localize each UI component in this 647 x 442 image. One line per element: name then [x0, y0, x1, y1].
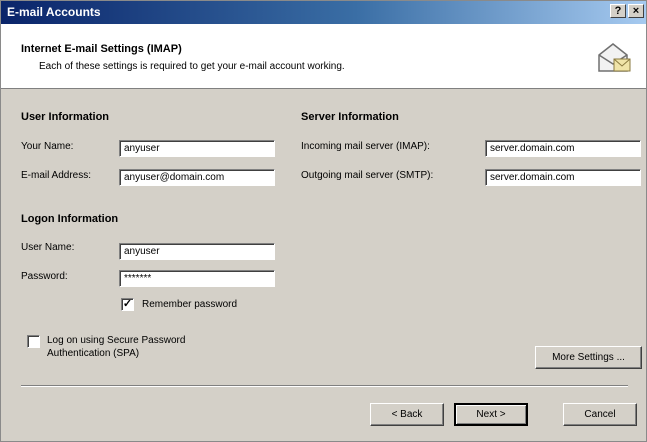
- spa-label-line1: Log on using Secure Password: [47, 335, 186, 346]
- more-settings-button[interactable]: More Settings ...: [535, 346, 642, 369]
- outgoing-server-label: Outgoing mail server (SMTP):: [301, 170, 434, 181]
- password-label: Password:: [21, 271, 68, 282]
- incoming-server-field[interactable]: server.domain.com: [485, 140, 641, 157]
- separator: [21, 385, 628, 387]
- outgoing-server-field[interactable]: server.domain.com: [485, 169, 641, 186]
- header-title: Internet E-mail Settings (IMAP): [21, 43, 182, 55]
- next-button[interactable]: Next >: [454, 403, 528, 426]
- password-field[interactable]: *******: [119, 270, 275, 287]
- your-name-label: Your Name:: [21, 141, 74, 152]
- remember-password-label: Remember password: [142, 299, 238, 310]
- close-button[interactable]: ×: [628, 4, 644, 18]
- back-button[interactable]: < Back: [370, 403, 444, 426]
- email-address-field[interactable]: anyuser@domain.com: [119, 169, 275, 186]
- window-title: E-mail Accounts: [7, 5, 101, 19]
- dialog-header: Internet E-mail Settings (IMAP) Each of …: [1, 24, 646, 89]
- cancel-button[interactable]: Cancel: [563, 403, 637, 426]
- spa-label-line2: Authentication (SPA): [47, 348, 140, 359]
- envelope-icon: [598, 43, 631, 72]
- help-button[interactable]: ?: [610, 4, 626, 18]
- email-accounts-dialog: E-mail Accounts ? × Internet E-mail Sett…: [0, 0, 647, 442]
- user-name-field[interactable]: anyuser: [119, 243, 275, 260]
- spa-checkbox[interactable]: [27, 335, 40, 348]
- user-info-heading: User Information: [21, 111, 110, 123]
- user-name-label: User Name:: [21, 242, 75, 253]
- email-address-label: E-mail Address:: [21, 170, 92, 181]
- server-info-heading: Server Information: [301, 111, 399, 123]
- title-bar[interactable]: E-mail Accounts ? ×: [1, 1, 646, 24]
- your-name-field[interactable]: anyuser: [119, 140, 275, 157]
- incoming-server-label: Incoming mail server (IMAP):: [301, 141, 430, 152]
- logon-info-heading: Logon Information: [21, 213, 119, 225]
- remember-password-checkbox[interactable]: ✓: [121, 298, 134, 311]
- header-subtitle: Each of these settings is required to ge…: [39, 61, 345, 72]
